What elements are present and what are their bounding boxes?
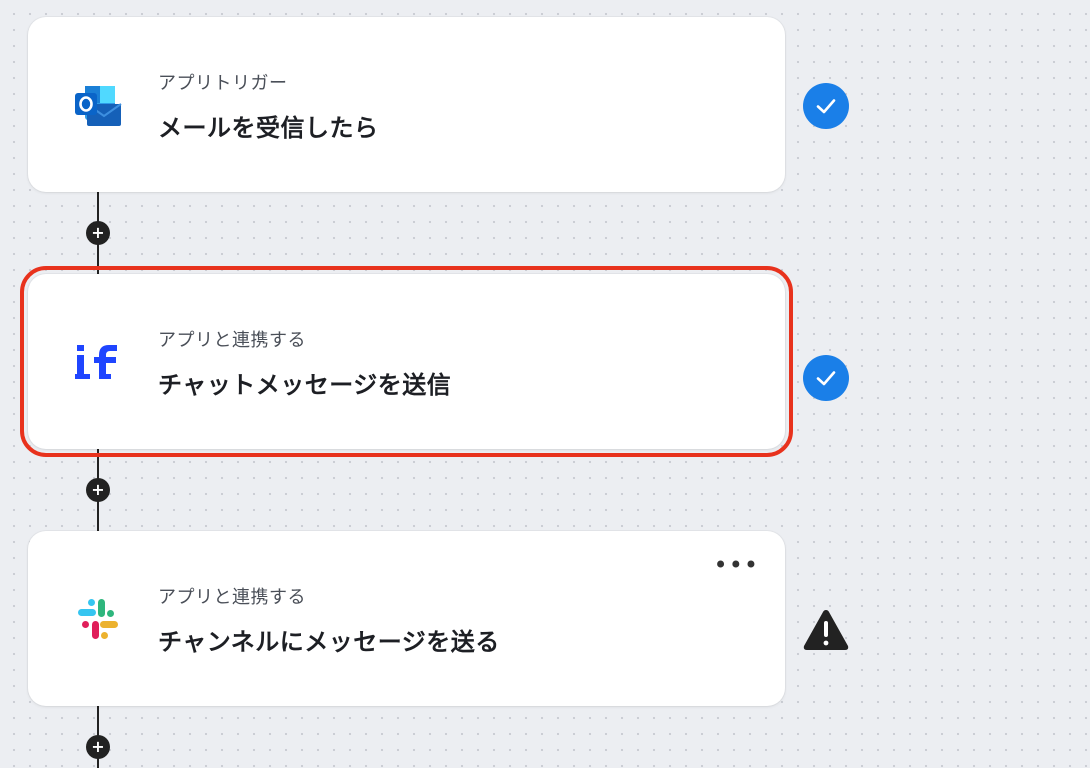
step-type-label: アプリトリガー: [158, 73, 288, 94]
step-title: チャンネルにメッセージを送る: [158, 628, 500, 656]
add-step-button[interactable]: +: [86, 221, 110, 245]
step-title: メールを受信したら: [158, 114, 379, 142]
slack-icon: [72, 593, 124, 645]
step-title: チャットメッセージを送信: [158, 371, 452, 399]
outlook-icon: [72, 79, 124, 131]
flow-step-card[interactable]: アプリと連携する チャットメッセージを送信: [20, 266, 793, 457]
status-completed: [802, 354, 850, 402]
status-warning: [802, 606, 850, 654]
check-circle-icon: [803, 83, 849, 129]
add-step-button[interactable]: +: [86, 478, 110, 502]
status-completed: [802, 82, 850, 130]
flow-step-card[interactable]: ••• アプリと連携する チャンネルにメッセージを送る: [28, 531, 785, 706]
step-type-label: アプリと連携する: [158, 587, 306, 608]
flow-step-card[interactable]: アプリトリガー メールを受信したら: [28, 17, 785, 192]
warning-triangle-icon: [803, 610, 849, 650]
check-circle-icon: [803, 355, 849, 401]
more-options-button[interactable]: •••: [714, 553, 759, 577]
if-app-icon: [72, 336, 124, 388]
step-type-label: アプリと連携する: [158, 330, 306, 351]
add-step-button[interactable]: +: [86, 735, 110, 759]
